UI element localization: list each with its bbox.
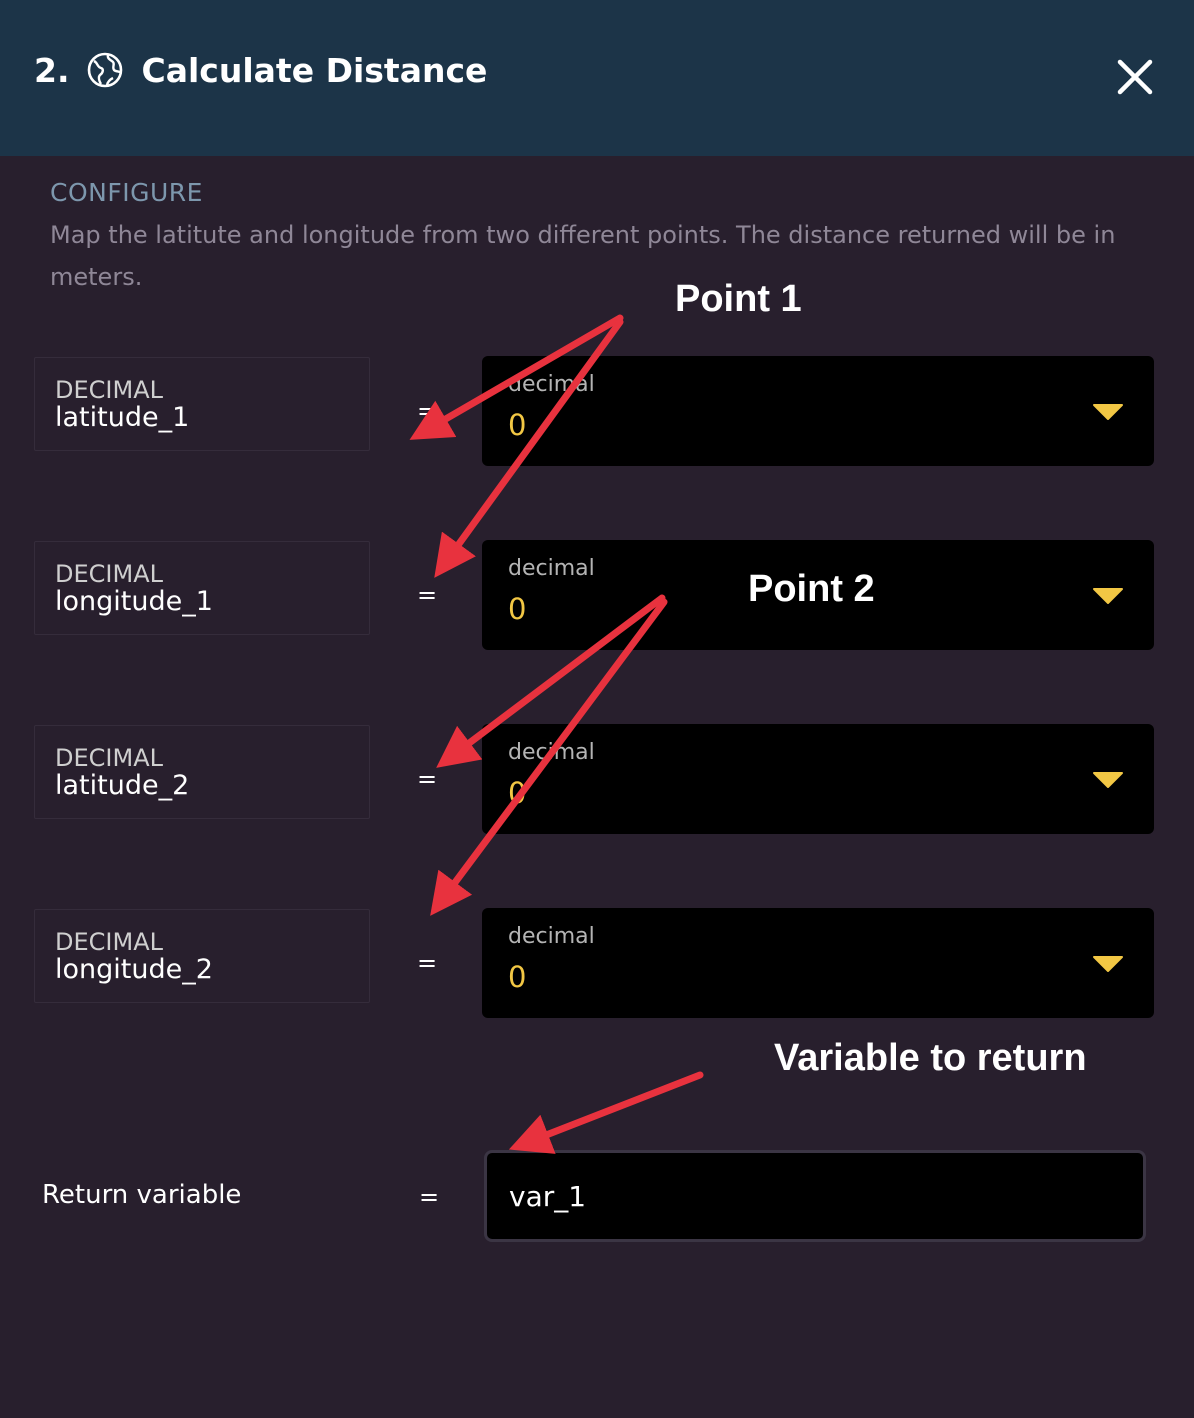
close-icon[interactable] [1116, 58, 1154, 96]
select-value: 0 [508, 960, 527, 994]
select-value: 0 [508, 408, 527, 442]
configure-heading: CONFIGURE [50, 178, 203, 207]
dialog-header: 2. Calculate Distance [0, 0, 1194, 156]
annotation-point-2: Point 2 [748, 568, 875, 610]
param-name-label: latitude_1 [55, 402, 190, 433]
param-name-label: latitude_2 [55, 770, 190, 801]
caret-down-icon[interactable] [1092, 587, 1124, 605]
param-latitude-1: DECIMAL latitude_1 [34, 357, 370, 451]
param-type-label: DECIMAL [55, 744, 163, 772]
equals-sign: = [416, 765, 438, 793]
longitude-2-select[interactable]: decimal 0 [482, 908, 1154, 1018]
select-type-label: decimal [508, 372, 595, 397]
latitude-1-select[interactable]: decimal 0 [482, 356, 1154, 466]
return-variable-label: Return variable [42, 1180, 242, 1210]
param-type-label: DECIMAL [55, 376, 163, 404]
step-number: 2. [34, 50, 70, 90]
param-longitude-2: DECIMAL longitude_2 [34, 909, 370, 1003]
param-latitude-2: DECIMAL latitude_2 [34, 725, 370, 819]
select-value: 0 [508, 592, 527, 626]
caret-down-icon[interactable] [1092, 403, 1124, 421]
annotation-variable-to-return: Variable to return [774, 1037, 1087, 1079]
param-name-label: longitude_2 [55, 954, 213, 985]
configure-description: Map the latitute and longitude from two … [50, 221, 1116, 291]
globe-icon [87, 52, 122, 88]
dialog-title-text: Calculate Distance [141, 50, 488, 90]
select-value: 0 [508, 776, 527, 810]
equals-sign: = [416, 949, 438, 977]
select-type-label: decimal [508, 924, 595, 949]
equals-sign: = [416, 581, 438, 609]
param-longitude-1: DECIMAL longitude_1 [34, 541, 370, 635]
arrow-return-variable [508, 1071, 704, 1154]
annotation-point-1: Point 1 [675, 278, 802, 320]
return-variable-input[interactable] [484, 1150, 1146, 1242]
param-name-label: longitude_1 [55, 586, 213, 617]
caret-down-icon[interactable] [1092, 771, 1124, 789]
select-type-label: decimal [508, 740, 595, 765]
latitude-2-select[interactable]: decimal 0 [482, 724, 1154, 834]
equals-sign: = [416, 397, 438, 425]
caret-down-icon[interactable] [1092, 955, 1124, 973]
param-type-label: DECIMAL [55, 928, 163, 956]
select-type-label: decimal [508, 556, 595, 581]
dialog-title: 2. Calculate Distance [34, 48, 487, 92]
param-type-label: DECIMAL [55, 560, 163, 588]
equals-sign: = [418, 1183, 440, 1211]
